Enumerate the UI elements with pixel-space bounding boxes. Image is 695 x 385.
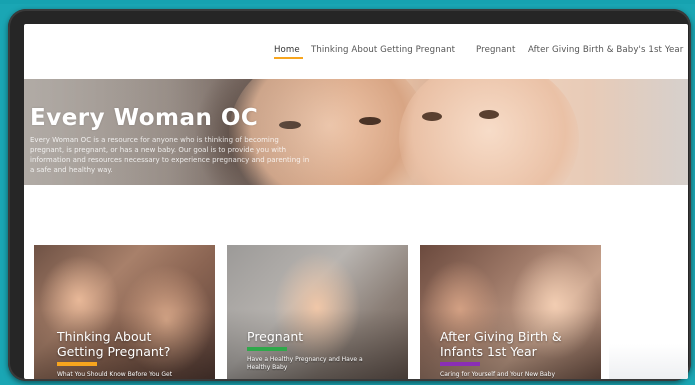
hero-description: Every Woman OC is a resource for anyone … bbox=[30, 136, 310, 174]
hero-photo-eye bbox=[422, 112, 442, 121]
card-after-giving-birth[interactable]: After Giving Birth & Infants 1st Year Ca… bbox=[420, 245, 601, 379]
nav-thinking-about-getting-pregnant[interactable]: Thinking About Getting Pregnant bbox=[311, 45, 455, 56]
card-title: Thinking About bbox=[57, 329, 152, 344]
card-thinking-about-getting-pregnant[interactable]: Thinking About Getting Pregnant? What Yo… bbox=[34, 245, 215, 379]
card-accent-bar bbox=[57, 362, 97, 366]
card-subtitle: What You Should Know Before You Get bbox=[57, 371, 173, 378]
card-subtitle: Have a Healthy Pregnancy and Have a Heal… bbox=[247, 356, 363, 371]
main-nav: Home Thinking About Getting Pregnant Pre… bbox=[24, 24, 688, 76]
card-title: Pregnant bbox=[247, 329, 304, 344]
nav-after-giving-birth[interactable]: After Giving Birth & Baby's 1st Year bbox=[528, 45, 683, 56]
card-title: Getting Pregnant? bbox=[57, 344, 171, 359]
device-frame: Home Thinking About Getting Pregnant Pre… bbox=[8, 9, 691, 381]
hero-title: Every Woman OC bbox=[30, 105, 259, 131]
browser-screen: Home Thinking About Getting Pregnant Pre… bbox=[24, 24, 688, 379]
card-accent-bar bbox=[440, 362, 480, 366]
background-decoration bbox=[609, 344, 688, 379]
hero-photo-eye bbox=[479, 110, 499, 119]
nav-pregnant[interactable]: Pregnant bbox=[476, 45, 515, 56]
hero-banner: Every Woman OC Every Woman OC is a resou… bbox=[24, 79, 688, 185]
hero-photo-baby bbox=[399, 79, 579, 185]
nav-active-underline bbox=[274, 57, 303, 59]
card-title: After Giving Birth & bbox=[440, 329, 562, 344]
card-accent-bar bbox=[247, 347, 287, 351]
top-strip bbox=[0, 0, 695, 4]
hero-photo-eye bbox=[359, 117, 381, 125]
card-subtitle: Caring for Yourself and Your New Baby bbox=[440, 371, 556, 378]
nav-home[interactable]: Home bbox=[274, 45, 300, 56]
card-title: Infants 1st Year bbox=[440, 344, 537, 359]
card-pregnant[interactable]: Pregnant Have a Healthy Pregnancy and Ha… bbox=[227, 245, 408, 379]
